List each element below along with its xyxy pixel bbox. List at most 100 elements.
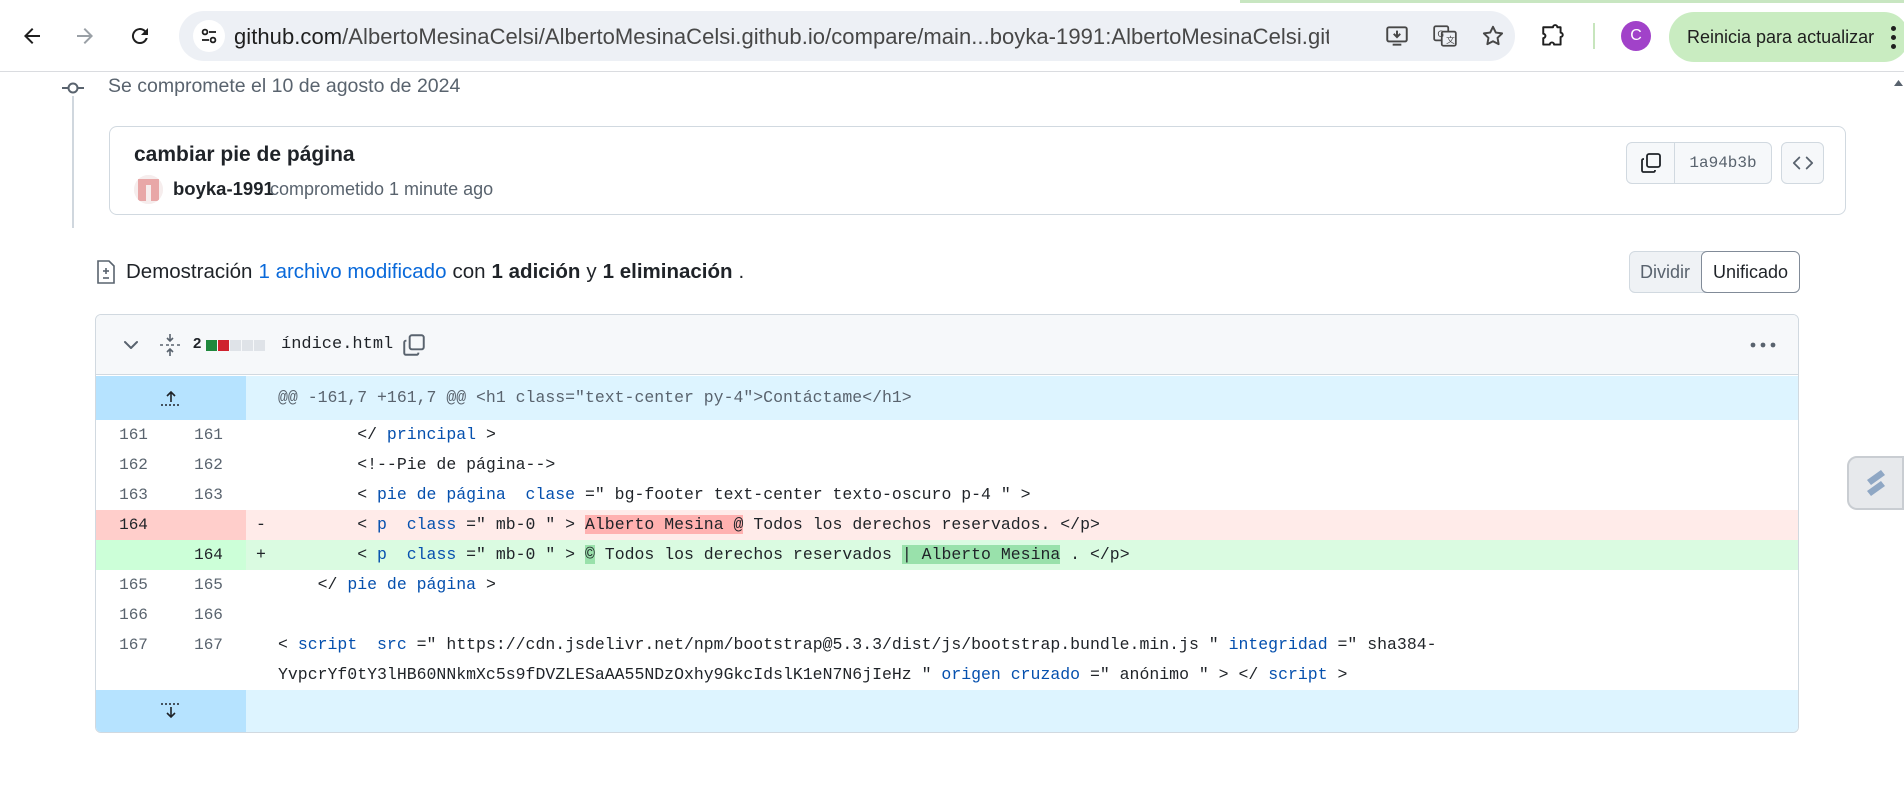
- new-line-number[interactable]: 162: [171, 450, 246, 480]
- file-header: 2 índice.html: [96, 315, 1798, 375]
- install-icon: [1386, 26, 1408, 46]
- translate-button[interactable]: G文: [1431, 22, 1459, 50]
- commit-card: cambiar pie de página boyka-1991 comprom…: [109, 126, 1846, 215]
- diff-line-161: 161 161 </ principal >: [96, 420, 1798, 450]
- summary-y: y: [586, 260, 597, 283]
- diff-lines: @@ -161,7 +161,7 @@ <h1 class="text-cent…: [96, 376, 1798, 732]
- author-avatar-icon: [134, 175, 163, 204]
- install-app-button[interactable]: [1383, 22, 1411, 50]
- extensions-button[interactable]: [1535, 19, 1571, 55]
- file-diff-icon: [97, 260, 115, 284]
- expand-all-icon[interactable]: [159, 333, 181, 357]
- copy-icon: [1640, 153, 1661, 173]
- added-word-highlight: | Alberto Mesina: [901, 545, 1061, 564]
- old-line-number[interactable]: 166: [96, 600, 171, 630]
- old-line-number[interactable]: 162: [96, 450, 171, 480]
- line-code: < p class =" mb-0 " > © Todos los derech…: [278, 545, 1130, 564]
- extensions-icon: [1542, 24, 1564, 46]
- svg-text:文: 文: [1446, 34, 1455, 46]
- diff-line-166: 166 166: [96, 600, 1798, 630]
- line-code: < p class =" mb-0 " > Alberto Mesina @ T…: [278, 515, 1100, 534]
- url-host: github.com: [234, 24, 343, 49]
- file-options-icon[interactable]: [1748, 337, 1778, 353]
- copy-path-icon[interactable]: [401, 332, 427, 358]
- url-path: /AlbertoMesinaCelsi/AlbertoMesinaCelsi.g…: [342, 24, 1329, 49]
- hunk-footer-row: [96, 690, 1798, 732]
- commit-meta: comprometido 1 minute ago: [270, 179, 494, 199]
- commit-sha-group: 1a94b3b: [1626, 142, 1772, 184]
- floating-extension-widget[interactable]: [1847, 456, 1904, 510]
- diffstat-blocks: [206, 340, 265, 351]
- summary-prefix: Demostración: [126, 260, 253, 283]
- commit-title-link[interactable]: cambiar pie de página: [134, 143, 355, 167]
- summary-end: .: [738, 260, 745, 283]
- deleted-word-highlight: Alberto Mesina @: [584, 515, 744, 534]
- hunk-header-row: @@ -161,7 +161,7 @@ <h1 class="text-cent…: [96, 376, 1798, 420]
- additions-count: 1 adición: [491, 260, 581, 283]
- bookmark-star-icon: [1482, 25, 1504, 46]
- expand-up-icon: [161, 390, 181, 406]
- reload-button[interactable]: [120, 16, 160, 56]
- toolbar-accent-line: [1240, 0, 1904, 3]
- scroll-up-arrow-icon[interactable]: [1893, 78, 1904, 88]
- line-code: </ pie de página >: [278, 575, 496, 594]
- diff-summary: Demostración 1 archivo modificado con 1 …: [96, 257, 744, 287]
- commit-node-icon: [62, 82, 84, 94]
- back-icon: [24, 28, 40, 44]
- commit-sha-button[interactable]: 1a94b3b: [1675, 143, 1771, 183]
- toolbar-divider: [1593, 23, 1595, 49]
- back-button[interactable]: [12, 16, 52, 56]
- old-line-number[interactable]: [96, 540, 171, 570]
- diff-line-162: 162 162 <!--Pie de página-->: [96, 450, 1798, 480]
- kebab-menu-icon[interactable]: [1891, 26, 1897, 49]
- translate-icon: G文: [1433, 25, 1457, 47]
- expand-down-button[interactable]: [96, 690, 246, 732]
- old-line-number[interactable]: 163: [96, 480, 171, 510]
- chevron-down-icon[interactable]: [122, 336, 140, 354]
- files-changed-link[interactable]: 1 archivo modificado: [258, 260, 446, 284]
- browse-repo-button[interactable]: [1781, 142, 1824, 184]
- avatar[interactable]: [134, 175, 163, 204]
- timeline-line: [72, 96, 74, 228]
- line-code: </ principal >: [278, 425, 496, 444]
- new-line-number[interactable]: 163: [171, 480, 246, 510]
- diff-line-163: 163 163 < pie de página clase =" bg-foot…: [96, 480, 1798, 510]
- forward-button[interactable]: [65, 16, 105, 56]
- file-name-link[interactable]: índice.html: [281, 335, 393, 354]
- forward-icon: [77, 28, 93, 44]
- new-line-number[interactable]: 166: [171, 600, 246, 630]
- site-info-button[interactable]: [193, 20, 225, 52]
- new-line-number[interactable]: 167: [171, 630, 246, 660]
- line-code: < script src =" https://cdn.jsdelivr.net…: [278, 635, 1437, 684]
- split-view-button[interactable]: Dividir: [1630, 252, 1700, 292]
- browser-toolbar: github.com/AlbertoMesinaCelsi/AlbertoMes…: [0, 0, 1904, 72]
- line-code: <!--Pie de página-->: [278, 455, 556, 474]
- old-line-number[interactable]: 164: [96, 510, 171, 540]
- svg-text:G: G: [1437, 30, 1444, 40]
- new-line-number[interactable]: 161: [171, 420, 246, 450]
- line-code: < pie de página clase =" bg-footer text-…: [278, 485, 1031, 504]
- old-line-number[interactable]: 167: [96, 630, 171, 660]
- unified-view-button[interactable]: Unificado: [1701, 251, 1800, 293]
- addition-marker: +: [256, 545, 266, 564]
- new-line-number[interactable]: [171, 510, 246, 540]
- update-restart-button[interactable]: Reinicia para actualizar: [1669, 12, 1904, 62]
- bookmark-button[interactable]: [1479, 22, 1507, 50]
- old-line-number[interactable]: 161: [96, 420, 171, 450]
- expand-up-button[interactable]: [96, 376, 246, 420]
- address-bar[interactable]: github.com/AlbertoMesinaCelsi/AlbertoMes…: [179, 11, 1515, 61]
- diff-line-deleted: 164 - < p class =" mb-0 " > Alberto Mesi…: [96, 510, 1798, 540]
- summary-con: con: [452, 260, 486, 283]
- commit-author-link[interactable]: boyka-1991: [173, 178, 274, 200]
- old-line-number[interactable]: 165: [96, 570, 171, 600]
- url-text[interactable]: github.com/AlbertoMesinaCelsi/AlbertoMes…: [234, 24, 1329, 50]
- diff-line-165: 165 165 </ pie de página >: [96, 570, 1798, 600]
- new-line-number[interactable]: 164: [171, 540, 246, 570]
- new-line-number[interactable]: 165: [171, 570, 246, 600]
- site-info-icon: [201, 28, 217, 44]
- change-count: 2: [193, 335, 202, 352]
- hunk-header-text: @@ -161,7 +161,7 @@ <h1 class="text-cent…: [278, 388, 912, 407]
- copy-sha-button[interactable]: [1627, 143, 1675, 183]
- profile-avatar[interactable]: C: [1621, 21, 1651, 51]
- code-icon: [1792, 156, 1813, 170]
